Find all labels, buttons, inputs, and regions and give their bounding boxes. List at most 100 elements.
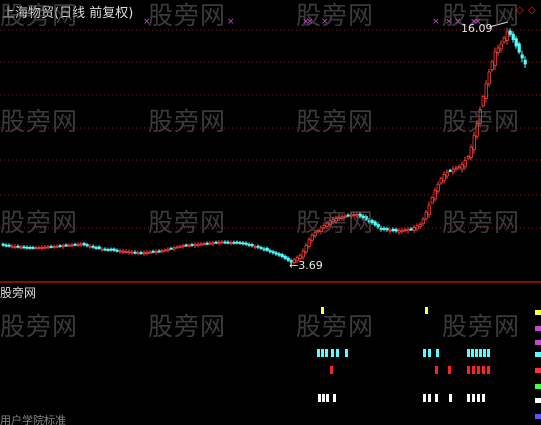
candle-body [301, 250, 305, 258]
candle-body [220, 241, 224, 244]
candle-body [484, 83, 488, 99]
candle-body [7, 244, 11, 247]
candle-body [175, 246, 179, 249]
candle-body [439, 178, 443, 184]
candle-body [106, 249, 110, 251]
candle-body [433, 190, 437, 200]
candle-body [274, 252, 278, 255]
watermark: 股旁网 [148, 312, 227, 341]
cyan-signal-bar [487, 349, 490, 357]
candle-body [373, 221, 377, 226]
candle-body [127, 251, 131, 254]
candle-body [268, 250, 272, 253]
chart-window[interactable]: × × × × × × × × × × 上海物贸(日线 前复权) 股旁网 股旁网 股旁网 股旁网 … [0, 0, 541, 425]
white-signal-bar [482, 394, 485, 402]
candle-body [166, 248, 170, 251]
legend-color-tick [535, 414, 541, 419]
candle-body [91, 245, 95, 248]
candle-body [388, 229, 392, 232]
candle-body [61, 245, 65, 248]
cyan-signal-bar [471, 349, 474, 357]
cyan-signal-bar [325, 349, 328, 357]
candle-body [178, 245, 182, 248]
candle-body [19, 246, 23, 249]
watermark: 股旁网 [296, 312, 375, 341]
white-signal-bar [435, 394, 438, 402]
candle-body [391, 228, 395, 231]
candle-body [238, 242, 242, 244]
watermark: 股旁网 [442, 208, 521, 237]
candle-body [1, 243, 5, 246]
legend-color-tick [535, 384, 541, 389]
white-signal-bar [477, 394, 480, 402]
candle-body [22, 246, 26, 249]
watermark: 股旁网 [296, 107, 375, 136]
candle-body [67, 244, 71, 247]
indicator-bottom-label: 用户学院标准 [0, 414, 66, 425]
yellow-signal-bar [425, 307, 428, 314]
cyan-signal-bar [475, 349, 478, 357]
candle-body [97, 246, 101, 249]
legend-color-tick [535, 326, 541, 331]
candle-body [400, 229, 404, 232]
candle-body [115, 249, 119, 252]
candle-body [124, 251, 128, 253]
candle-body [190, 244, 194, 246]
candle-body [247, 243, 251, 246]
candle-body [469, 146, 473, 158]
cyan-signal-bar [483, 349, 486, 357]
candle-body [379, 228, 383, 230]
candle-body [241, 242, 245, 245]
watermark: 股旁网 [0, 312, 79, 341]
diamond-icon[interactable]: ◇ [516, 5, 524, 16]
candle-body [271, 251, 275, 254]
candle-body [79, 243, 83, 246]
diamond-icon[interactable]: ◇ [528, 5, 536, 16]
candle-body [406, 228, 410, 232]
red-signal-bar [448, 366, 451, 374]
watermark: 股旁网 [442, 312, 521, 341]
watermark: 股旁网 [296, 1, 375, 30]
candle-body [307, 239, 311, 247]
candle-body [502, 37, 506, 43]
candle-body [109, 248, 113, 251]
candle-body [70, 244, 74, 247]
candle-body [172, 247, 176, 250]
candle-body [259, 247, 263, 249]
watermark: 股旁网 [148, 107, 227, 136]
candle-body [412, 227, 416, 231]
candle-body [94, 247, 98, 249]
candle-body [436, 183, 440, 192]
candle-body [118, 250, 122, 253]
candle-body [16, 245, 20, 248]
candle-body [235, 241, 239, 244]
white-signal-bar [428, 394, 431, 402]
candle-body [457, 166, 461, 169]
cyan-signal-bar [467, 349, 470, 357]
candle-body [454, 167, 458, 170]
cyan-signal-bar [331, 349, 334, 357]
candle-body [445, 172, 449, 177]
candle-body [121, 250, 125, 253]
candle-body [64, 244, 68, 247]
candle-body [139, 252, 143, 254]
white-signal-bar [326, 394, 329, 402]
candle-body [205, 242, 209, 245]
candle-body [409, 228, 413, 231]
candle-body [229, 242, 233, 244]
watermark: 股旁网 [0, 107, 79, 136]
event-marker-icon: × [227, 17, 235, 27]
candle-body [55, 245, 59, 248]
candle-body [154, 251, 158, 253]
candle-body [226, 241, 230, 244]
red-signal-bar [487, 366, 490, 374]
candle-body [442, 173, 446, 181]
legend-color-tick [535, 398, 541, 403]
candle-body [265, 247, 269, 251]
candle-body [283, 255, 287, 259]
candle-body [100, 248, 104, 251]
red-signal-bar [467, 366, 470, 374]
cyan-signal-bar [345, 349, 348, 357]
candle-body [196, 243, 200, 246]
candle-body [76, 243, 80, 246]
